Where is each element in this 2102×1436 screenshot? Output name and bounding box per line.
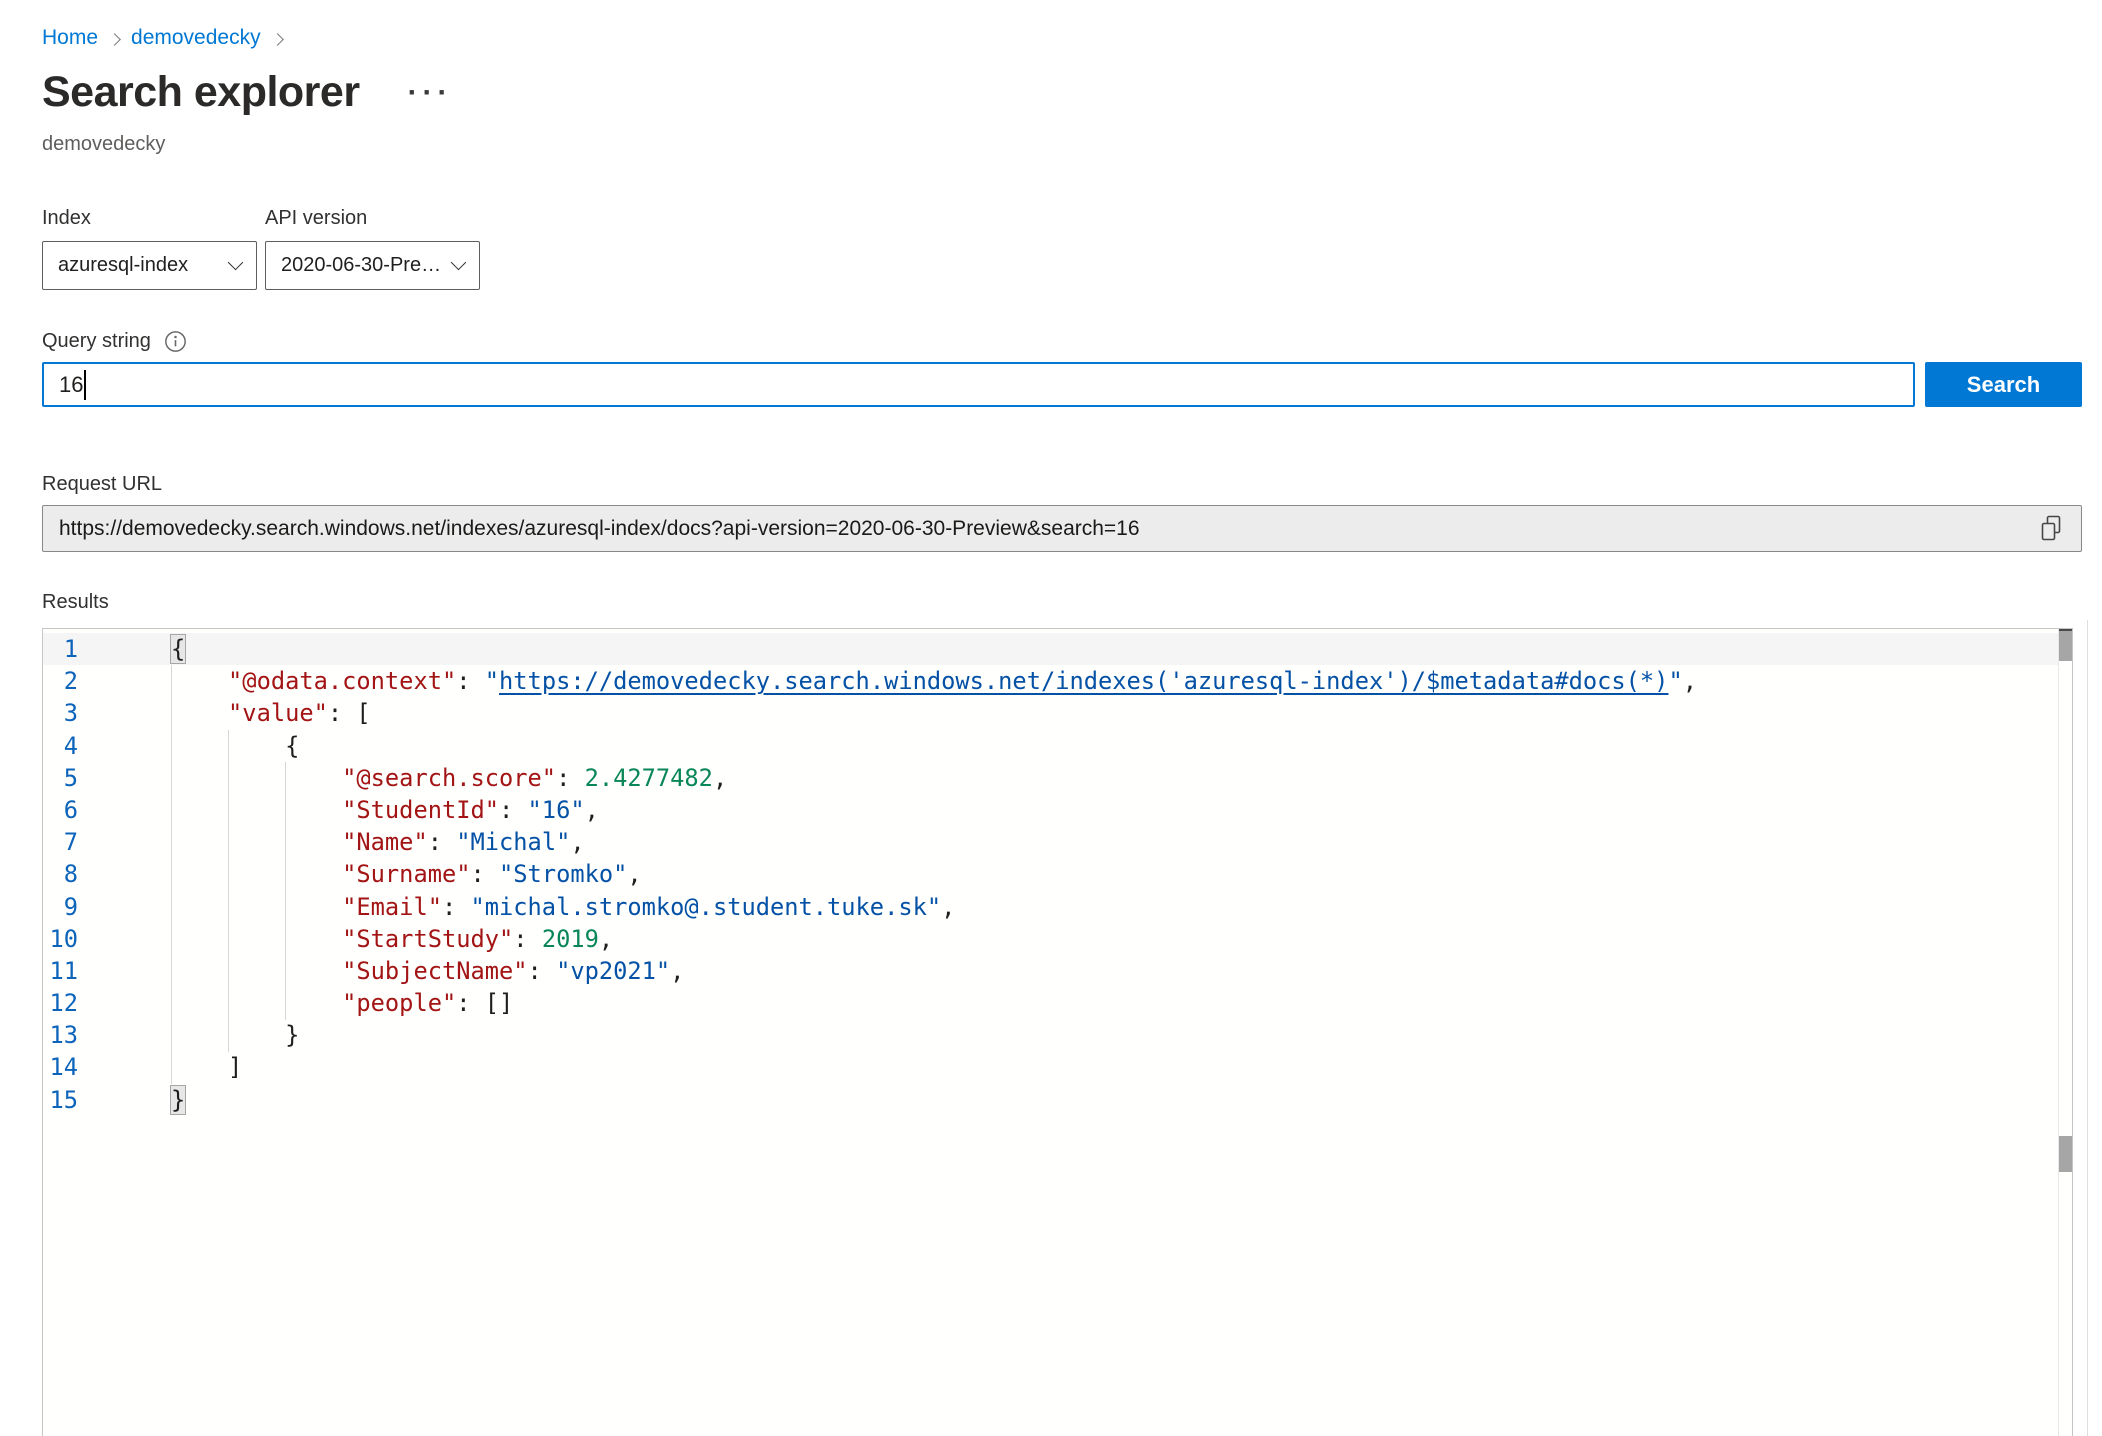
- line-number: 5: [43, 762, 78, 794]
- api-version-control: API version 2020-06-30-Pre…: [265, 206, 480, 290]
- code-text: "Name": "Michal",: [171, 826, 585, 858]
- code-line: 14 ]: [43, 1051, 2072, 1083]
- code-text: "value": [: [171, 697, 371, 729]
- info-icon[interactable]: [164, 330, 187, 353]
- code-line: 4 {: [43, 730, 2072, 762]
- line-number: 3: [43, 697, 78, 729]
- line-number: 4: [43, 730, 78, 762]
- results-editor[interactable]: 1{2 "@odata.context": "https://demovedec…: [42, 628, 2073, 1436]
- line-number: 8: [43, 858, 78, 890]
- index-dropdown[interactable]: azuresql-index: [42, 241, 257, 290]
- line-number: 11: [43, 955, 78, 987]
- line-number: 10: [43, 923, 78, 955]
- request-url-label: Request URL: [42, 472, 2082, 496]
- text-caret: [84, 370, 86, 400]
- title-row: Search explorer ···: [42, 68, 2082, 117]
- controls-row: Index azuresql-index API version 2020-06…: [42, 206, 2082, 290]
- page-subtitle: demovedecky: [42, 133, 2082, 156]
- chevron-right-icon: [108, 33, 121, 46]
- code-line: 15}: [43, 1084, 2072, 1116]
- page-scrollbar-track: [2087, 620, 2088, 1436]
- ellipsis-icon[interactable]: ···: [404, 80, 457, 106]
- chevron-down-icon: [451, 255, 467, 271]
- line-number: 12: [43, 987, 78, 1019]
- copy-icon[interactable]: [2037, 513, 2065, 545]
- code-line: 9 "Email": "michal.stromko@.student.tuke…: [43, 891, 2072, 923]
- scrollbar-thumb[interactable]: [2059, 631, 2072, 661]
- request-url-box: https://demovedecky.search.windows.net/i…: [42, 505, 2082, 552]
- code-text: "StudentId": "16",: [171, 794, 599, 826]
- line-number: 9: [43, 891, 78, 923]
- code-line: 6 "StudentId": "16",: [43, 794, 2072, 826]
- page-title: Search explorer: [42, 68, 360, 117]
- code-text: }: [171, 1019, 299, 1051]
- line-number: 6: [43, 794, 78, 826]
- query-input[interactable]: 16: [42, 362, 1915, 407]
- code-line: 5 "@search.score": 2.4277482,: [43, 762, 2072, 794]
- index-label: Index: [42, 206, 257, 230]
- line-number: 1: [43, 633, 78, 665]
- line-number: 14: [43, 1051, 78, 1083]
- code-text: "Email": "michal.stromko@.student.tuke.s…: [171, 891, 955, 923]
- line-number: 15: [43, 1084, 78, 1116]
- results-label: Results: [42, 590, 2082, 614]
- code-text: "StartStudy": 2019,: [171, 923, 613, 955]
- json-link[interactable]: https://demovedecky.search.windows.net/i…: [499, 667, 1668, 695]
- code-line: 7 "Name": "Michal",: [43, 826, 2072, 858]
- code-text: ]: [171, 1051, 242, 1083]
- query-string-label: Query string: [42, 329, 151, 353]
- line-number: 7: [43, 826, 78, 858]
- search-button[interactable]: Search: [1925, 362, 2082, 407]
- code-line: 12 "people": []: [43, 987, 2072, 1019]
- query-row: 16 Search: [42, 362, 2082, 407]
- code-text: "@search.score": 2.4277482,: [171, 762, 727, 794]
- request-url-value: https://demovedecky.search.windows.net/i…: [59, 517, 2037, 541]
- code-line: 13 }: [43, 1019, 2072, 1051]
- breadcrumb-home-link[interactable]: Home: [42, 26, 98, 50]
- code-text: {: [171, 730, 299, 762]
- breadcrumb-service-link[interactable]: demovedecky: [131, 26, 261, 50]
- editor-scrollbar[interactable]: [2058, 629, 2072, 1436]
- code-text: "@odata.context": "https://demovedecky.s…: [171, 665, 1697, 697]
- code-lines: 1{2 "@odata.context": "https://demovedec…: [43, 629, 2072, 1116]
- api-version-dropdown-value: 2020-06-30-Pre…: [281, 254, 441, 277]
- code-line: 1{: [43, 633, 2072, 665]
- code-line: 10 "StartStudy": 2019,: [43, 923, 2072, 955]
- api-version-dropdown[interactable]: 2020-06-30-Pre…: [265, 241, 480, 290]
- code-text: {: [171, 633, 185, 665]
- code-line: 11 "SubjectName": "vp2021",: [43, 955, 2072, 987]
- index-dropdown-value: azuresql-index: [58, 254, 188, 277]
- code-line: 2 "@odata.context": "https://demovedecky…: [43, 665, 2072, 697]
- line-number: 2: [43, 665, 78, 697]
- query-label-row: Query string: [42, 328, 2082, 353]
- code-line: 8 "Surname": "Stromko",: [43, 858, 2072, 890]
- query-input-value: 16: [59, 372, 83, 398]
- search-explorer-page: Home demovedecky Search explorer ··· dem…: [42, 0, 2082, 1436]
- code-text: }: [171, 1084, 185, 1116]
- chevron-right-icon: [271, 33, 284, 46]
- code-text: "Surname": "Stromko",: [171, 858, 642, 890]
- code-text: "SubjectName": "vp2021",: [171, 955, 684, 987]
- chevron-down-icon: [228, 255, 244, 271]
- line-number: 13: [43, 1019, 78, 1051]
- breadcrumb: Home demovedecky: [42, 26, 2082, 50]
- index-control: Index azuresql-index: [42, 206, 257, 290]
- overview-ruler-mark: [2059, 1136, 2072, 1172]
- code-line: 3 "value": [: [43, 697, 2072, 729]
- code-text: "people": []: [171, 987, 513, 1019]
- api-version-label: API version: [265, 206, 480, 230]
